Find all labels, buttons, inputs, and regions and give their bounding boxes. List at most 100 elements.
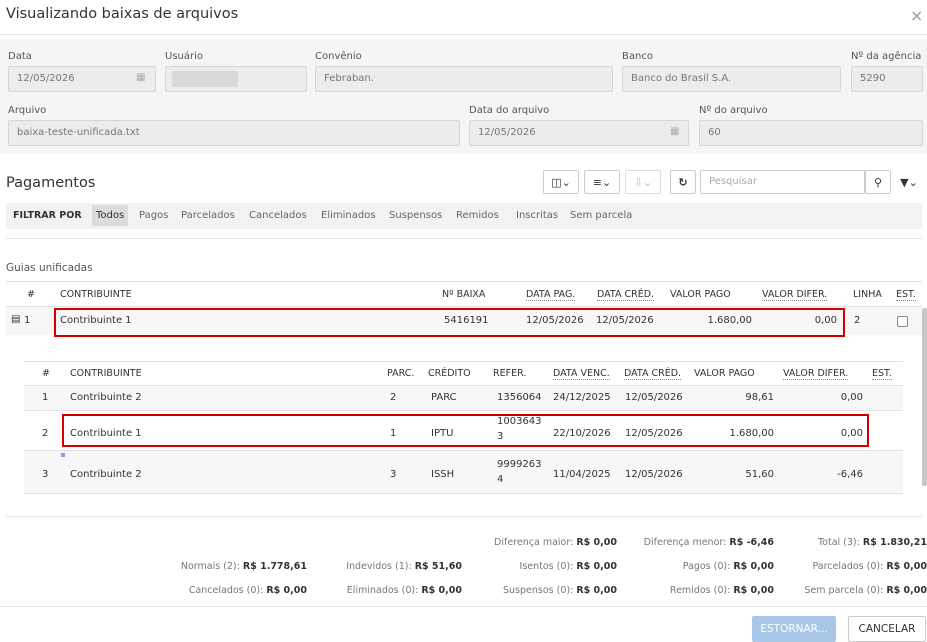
summary-total: Total (3): R$ 1.830,21	[817, 537, 927, 548]
header-divider	[0, 34, 927, 35]
list-icon: ≡⌄	[592, 175, 612, 189]
num-arquivo-value: 60	[708, 127, 721, 138]
filter-inscritas[interactable]: Inscritas	[516, 210, 558, 221]
filter-cancelados[interactable]: Cancelados	[249, 210, 307, 221]
banco-field[interactable]: Banco do Brasil S.A.	[622, 66, 841, 92]
col-num-baixa[interactable]: Nº BAIXA	[442, 289, 485, 300]
summary-indevidos: Indevidos (1): R$ 51,60	[346, 561, 462, 572]
detail-col-valor-difer[interactable]: VALOR DIFER.	[783, 368, 849, 380]
export-button[interactable]: ⇩⌄	[625, 170, 661, 194]
calendar-icon[interactable]: ▦	[136, 72, 145, 83]
guias-header-top	[6, 281, 922, 282]
detail-col-data-cred[interactable]: DATA CRÉD.	[624, 368, 682, 380]
detail-col-refer[interactable]: REFER.	[493, 368, 526, 379]
columns-toggle-button[interactable]: ◫⌄	[543, 170, 579, 194]
detail-parc: 3	[390, 469, 397, 480]
num-arquivo-field[interactable]: 60	[699, 120, 923, 146]
arquivo-label: Arquivo	[8, 105, 47, 116]
filter-icon: ▼⌄	[900, 175, 918, 189]
detail-pago: 51,60	[745, 469, 774, 480]
col-linha[interactable]: LINHA	[853, 289, 882, 300]
footer-divider	[0, 606, 927, 607]
filter-eliminados[interactable]: Eliminados	[321, 210, 376, 221]
data-value: 12/05/2026	[17, 73, 75, 84]
highlight-box-top	[54, 308, 845, 337]
guias-title: Guias unificadas	[6, 262, 93, 274]
detail-num: 2	[42, 428, 49, 439]
guia-num: 1	[24, 315, 31, 326]
refresh-button[interactable]: ↻	[670, 170, 696, 194]
search-icon: ⚲	[873, 175, 883, 189]
data-label: Data	[8, 51, 32, 62]
convenio-label: Convênio	[315, 51, 362, 62]
detail-refer-cont: 4	[497, 474, 504, 485]
filter-remidos[interactable]: Remidos	[456, 210, 499, 221]
detail-contribuinte: Contribuinte 2	[70, 469, 142, 480]
detail-col-est[interactable]: EST.	[872, 368, 892, 380]
row-marker	[61, 453, 65, 457]
col-data-pag[interactable]: DATA PAG.	[526, 289, 576, 301]
estornar-button[interactable]: ESTORNAR...	[752, 616, 836, 642]
summary-isentos: Isentos (0): R$ 0,00	[519, 561, 617, 572]
data-arquivo-value: 12/05/2026	[478, 127, 536, 138]
col-num[interactable]: #	[27, 289, 35, 300]
calendar-icon[interactable]: ▦	[670, 126, 679, 137]
data-field[interactable]: 12/05/2026	[8, 66, 156, 92]
filter-todos[interactable]: Todos	[92, 205, 129, 226]
col-est[interactable]: EST.	[896, 289, 916, 301]
summary-parcelados: Parcelados (0): R$ 0,00	[812, 561, 927, 572]
detail-pago: 98,61	[745, 392, 774, 403]
data-arquivo-field[interactable]: 12/05/2026	[469, 120, 689, 146]
convenio-field[interactable]: Febraban.	[315, 66, 613, 92]
banco-label: Banco	[622, 51, 653, 62]
filter-pagos[interactable]: Pagos	[139, 210, 168, 221]
summary-normais: Normais (2): R$ 1.778,61	[180, 561, 307, 572]
vertical-scrollbar[interactable]	[922, 308, 927, 486]
filter-sem-parcela[interactable]: Sem parcela	[570, 210, 632, 221]
detail-refer: 1356064	[497, 392, 542, 403]
search-input[interactable]: Pesquisar	[700, 170, 865, 194]
convenio-value: Febraban.	[324, 73, 374, 84]
cancelar-button[interactable]: CANCELAR	[848, 616, 926, 642]
search-placeholder: Pesquisar	[709, 176, 757, 187]
summary-dif-maior: Diferença maior: R$ 0,00	[494, 537, 617, 548]
summary-remidos: Remidos (0): R$ 0,00	[669, 585, 774, 596]
detail-header-top	[24, 361, 903, 362]
density-toggle-button[interactable]: ≡⌄	[584, 170, 620, 194]
agencia-label: Nº da agência	[851, 51, 922, 62]
detail-col-credito[interactable]: CRÉDITO	[428, 368, 471, 379]
col-data-cred[interactable]: DATA CRÉD.	[597, 289, 655, 301]
summary-suspensos: Suspensos (0): R$ 0,00	[503, 585, 617, 596]
arquivo-value: baixa-teste-unificada.txt	[17, 127, 140, 138]
search-button[interactable]: ⚲	[865, 170, 891, 194]
col-valor-difer[interactable]: VALOR DIFER.	[762, 289, 828, 301]
detail-col-valor-pago[interactable]: VALOR PAGO	[694, 368, 755, 379]
expand-icon[interactable]: ▤	[11, 314, 20, 325]
detail-col-num[interactable]: #	[42, 368, 50, 379]
arquivo-field[interactable]: baixa-teste-unificada.txt	[8, 120, 460, 146]
col-contribuinte[interactable]: CONTRIBUINTE	[60, 289, 132, 300]
download-icon: ⇩⌄	[633, 175, 653, 189]
detail-venc: 11/04/2025	[553, 469, 611, 480]
filter-suspensos[interactable]: Suspensos	[389, 210, 442, 221]
detail-cred: 12/05/2026	[625, 469, 683, 480]
pagamentos-title: Pagamentos	[6, 175, 96, 191]
detail-difer: 0,00	[840, 392, 863, 403]
columns-icon: ◫⌄	[551, 175, 571, 189]
filter-button[interactable]: ▼⌄	[894, 170, 924, 194]
detail-parc: 2	[390, 392, 397, 403]
data-arquivo-label: Data do arquivo	[469, 105, 550, 116]
guia-est-checkbox[interactable]	[897, 316, 908, 327]
agencia-value: 5290	[860, 73, 886, 84]
close-icon[interactable]: ×	[910, 6, 923, 25]
banco-value: Banco do Brasil S.A.	[631, 73, 732, 84]
col-valor-pago[interactable]: VALOR PAGO	[670, 289, 731, 300]
summary-dif-menor: Diferença menor: R$ -6,46	[643, 537, 774, 548]
filter-parcelados[interactable]: Parcelados	[181, 210, 235, 221]
detail-contribuinte: Contribuinte 2	[70, 392, 142, 403]
detail-num: 3	[42, 469, 49, 480]
agencia-field[interactable]: 5290	[851, 66, 923, 92]
detail-col-data-venc[interactable]: DATA VENC.	[553, 368, 610, 380]
detail-col-parc[interactable]: PARC.	[387, 368, 414, 379]
detail-col-contribuinte[interactable]: CONTRIBUINTE	[70, 368, 142, 379]
